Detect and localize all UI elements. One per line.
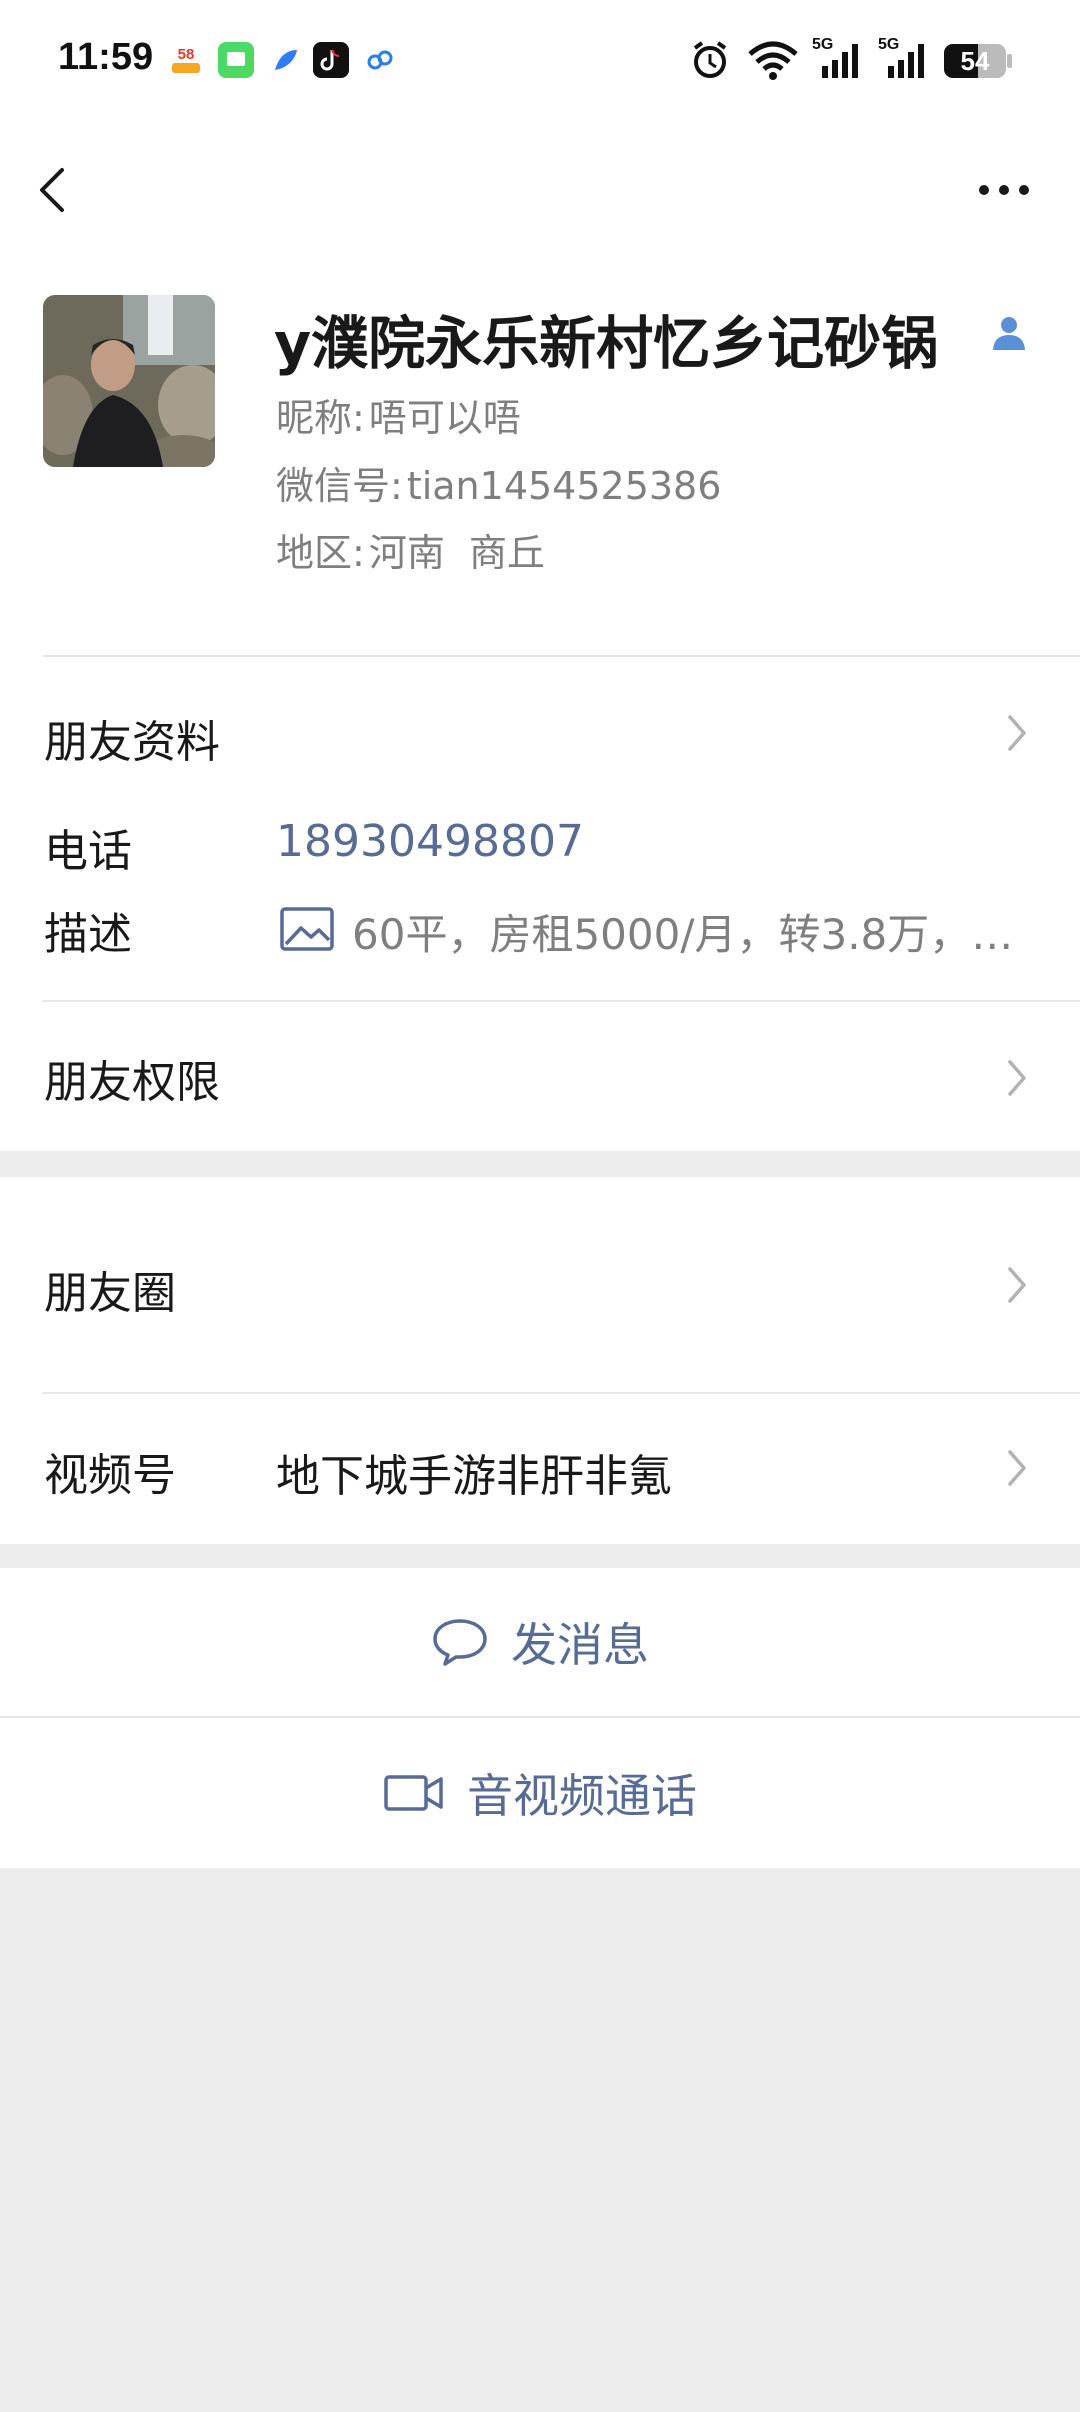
status-bar: 11:59 58 5G 5G 54 bbox=[0, 0, 1080, 125]
signal-icon-1: 5G bbox=[810, 36, 870, 80]
phone-label: 电话 bbox=[44, 826, 132, 877]
chevron-right-icon bbox=[1002, 711, 1032, 755]
chevron-right-icon bbox=[1002, 1263, 1032, 1307]
phone-number-link[interactable]: 18930498807 bbox=[276, 816, 584, 867]
feather-app-icon bbox=[267, 42, 303, 78]
alarm-icon bbox=[688, 38, 732, 86]
back-button[interactable] bbox=[30, 160, 80, 220]
nickname-row: 昵称: 唔可以唔 bbox=[276, 387, 521, 442]
channels-label: 视频号 bbox=[44, 1450, 176, 1501]
send-message-label: 发消息 bbox=[511, 1618, 649, 1672]
friend-permissions-label: 朋友权限 bbox=[44, 1057, 220, 1108]
profile-name: y濮院永乐新村忆乡记砂锅 bbox=[274, 311, 939, 377]
send-message-button[interactable]: 发消息 bbox=[0, 1568, 1080, 1716]
contact-badge-icon bbox=[988, 312, 1030, 354]
video-camera-icon bbox=[384, 1775, 443, 1811]
nav-bar bbox=[0, 125, 1080, 255]
image-icon[interactable] bbox=[279, 904, 335, 954]
phone-row: 电话 18930498807 bbox=[0, 808, 1080, 878]
messages-app-icon bbox=[218, 42, 254, 78]
moments-label: 朋友圈 bbox=[44, 1268, 176, 1319]
channels-row[interactable]: 视频号 地下城手游非肝非氪 bbox=[0, 1394, 1080, 1544]
video-call-button[interactable]: 音视频通话 bbox=[0, 1718, 1080, 1868]
58-app-icon: 58 bbox=[168, 42, 204, 78]
region-row: 地区: 河南 商丘 bbox=[276, 522, 545, 577]
friend-profile-row[interactable]: 朋友资料 bbox=[0, 657, 1080, 812]
tiktok-app-icon bbox=[313, 42, 349, 78]
link-app-icon bbox=[362, 42, 398, 78]
friend-permissions-row[interactable]: 朋友权限 bbox=[0, 1002, 1080, 1151]
region-value: 河南 商丘 bbox=[368, 531, 545, 575]
battery-level: 54 bbox=[960, 46, 990, 76]
chevron-right-icon bbox=[1002, 1446, 1032, 1490]
region-label: 地区: bbox=[276, 531, 365, 575]
wifi-icon bbox=[746, 38, 800, 86]
wechat-id-label: 微信号: bbox=[276, 464, 403, 508]
nickname-label: 昵称: bbox=[276, 396, 365, 440]
svg-text:58: 58 bbox=[178, 46, 195, 63]
chevron-left-icon bbox=[40, 168, 64, 212]
friend-profile-label: 朋友资料 bbox=[44, 717, 220, 768]
chevron-right-icon bbox=[1002, 1056, 1032, 1100]
ellipsis-icon bbox=[979, 185, 1029, 195]
avatar[interactable] bbox=[43, 295, 215, 467]
status-time: 11:59 bbox=[58, 36, 154, 78]
signal-icon-2: 5G bbox=[876, 36, 936, 80]
wechat-id-row: 微信号: tian1454525386 bbox=[276, 455, 721, 510]
description-row: 描述 60平，房租5000/月，转3.8万，… bbox=[0, 890, 1080, 970]
wechat-id-value: tian1454525386 bbox=[406, 464, 722, 508]
description-value: 60平，房租5000/月，转3.8万，… bbox=[352, 910, 1014, 959]
description-label: 描述 bbox=[44, 909, 132, 960]
more-button[interactable] bbox=[974, 170, 1034, 210]
battery-icon: 54 bbox=[944, 44, 1014, 78]
nickname-value: 唔可以唔 bbox=[368, 396, 521, 440]
chat-bubble-icon bbox=[433, 1619, 487, 1666]
moments-row[interactable]: 朋友圈 bbox=[0, 1177, 1080, 1392]
video-call-label: 音视频通话 bbox=[467, 1769, 697, 1823]
channels-value: 地下城手游非肝非氪 bbox=[276, 1451, 672, 1502]
